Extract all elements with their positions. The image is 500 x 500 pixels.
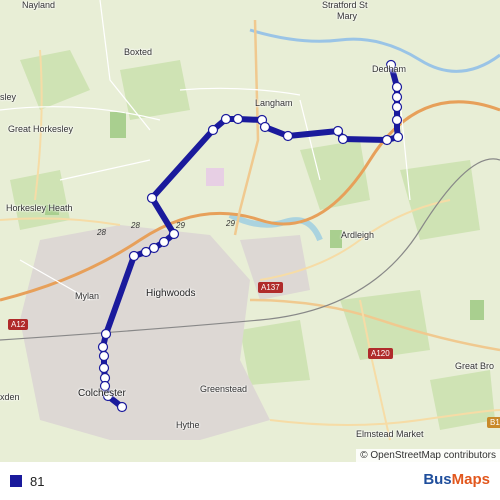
bus-stop[interactable] — [98, 362, 110, 374]
place-label: Ardleigh — [341, 230, 375, 240]
bus-stop[interactable] — [282, 130, 294, 142]
bus-stop[interactable] — [391, 114, 403, 126]
busmaps-logo[interactable]: BusMaps — [423, 471, 490, 488]
bus-stop[interactable] — [332, 125, 344, 137]
bus-stop[interactable] — [232, 113, 244, 125]
road-label-a137: A137 — [258, 282, 283, 293]
route-number-label: 81 — [30, 473, 45, 489]
junction-label: 28 — [97, 228, 106, 237]
bus-route-layer — [97, 59, 404, 413]
place-label: sley — [0, 92, 17, 102]
bus-stop[interactable] — [97, 341, 109, 353]
bus-stop[interactable] — [391, 101, 403, 113]
place-label: xden — [0, 392, 20, 402]
bus-stop[interactable] — [158, 236, 170, 248]
bus-stop[interactable] — [392, 131, 404, 143]
place-label: Great Bro — [455, 361, 495, 371]
place-label: Greenstead — [200, 384, 248, 394]
junction-label: 28 — [131, 221, 140, 230]
bus-stop[interactable] — [381, 134, 393, 146]
place-label: Highwoods — [146, 288, 196, 299]
brand-part-bus: Bus — [423, 471, 452, 488]
junction-label: 29 — [226, 219, 235, 228]
bus-stop[interactable] — [98, 350, 110, 362]
place-label: Mylan — [75, 291, 100, 301]
place-label: Nayland — [22, 0, 56, 10]
bus-stop[interactable] — [168, 228, 180, 240]
road-label-a120: A120 — [368, 348, 393, 359]
bus-stop[interactable] — [259, 121, 271, 133]
place-label: Elmstead Market — [356, 429, 424, 439]
bus-stop[interactable] — [220, 113, 232, 125]
bus-stop[interactable] — [116, 401, 128, 413]
bus-stop[interactable] — [128, 250, 140, 262]
map-attribution[interactable]: © OpenStreetMap contributors — [356, 449, 500, 462]
route-legend: 81 BusMaps — [0, 462, 500, 500]
road-label-a12: A12 — [8, 319, 29, 330]
place-label: Horkesley Heath — [6, 203, 73, 213]
place-label: Colchester — [78, 388, 126, 399]
place-label: Hythe — [176, 420, 200, 430]
bus-stop[interactable] — [391, 81, 403, 93]
bus-stop[interactable] — [146, 192, 158, 204]
road-label-b10: B10 — [487, 417, 500, 428]
bus-stop[interactable] — [207, 124, 219, 136]
place-label: Dedham — [372, 64, 407, 74]
route-color-swatch — [10, 475, 22, 487]
place-label: Mary — [337, 11, 357, 21]
brand-part-maps: Maps — [451, 471, 490, 488]
bus-stop[interactable] — [391, 91, 403, 103]
bus-stop[interactable] — [140, 246, 152, 258]
map-view[interactable]: Nayland Stratford St Mary Boxted Dedham … — [0, 0, 500, 462]
bus-stop[interactable] — [100, 328, 112, 340]
place-label: Langham — [255, 98, 293, 108]
place-label: Great Horkesley — [8, 124, 74, 134]
place-label: Stratford St — [322, 0, 368, 10]
bus-stop[interactable] — [337, 133, 349, 145]
junction-label: 29 — [176, 221, 185, 230]
place-label: Boxted — [124, 47, 153, 57]
